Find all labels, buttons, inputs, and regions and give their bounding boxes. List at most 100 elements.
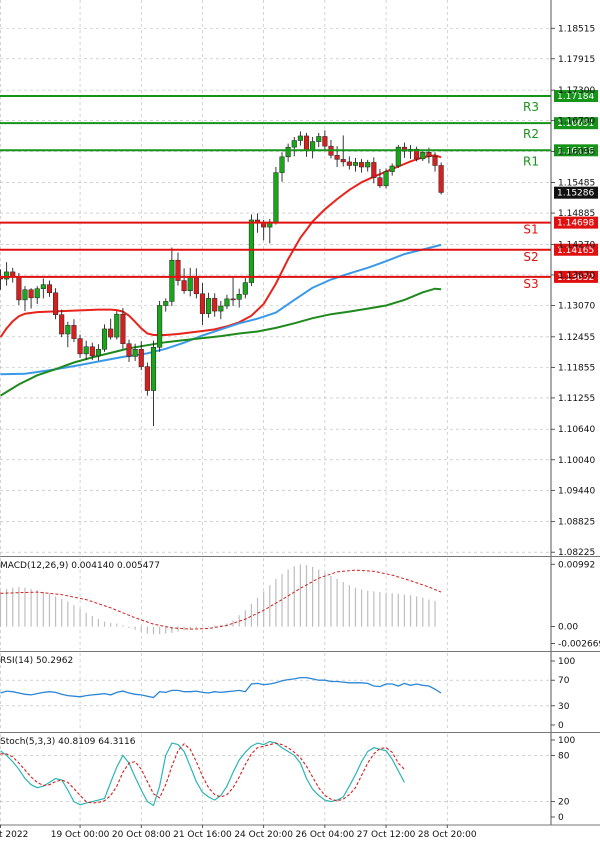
price-tick-label: 1.15485 <box>558 179 595 189</box>
stoch-tick-label: 0 <box>558 813 564 823</box>
candle-body <box>279 156 285 173</box>
price-tick-label: 1.13670 <box>558 271 595 281</box>
candle-body <box>59 314 65 335</box>
candle-body <box>40 284 46 289</box>
candle-body <box>108 328 114 338</box>
candle-body <box>4 271 10 280</box>
candle-body <box>224 298 230 307</box>
candle-body <box>340 159 346 163</box>
candle-body <box>169 259 175 302</box>
candle-body <box>71 325 77 339</box>
stoch-tick-label: 100 <box>558 736 575 746</box>
candle-body <box>236 294 242 300</box>
candle-body <box>16 276 22 301</box>
candle-body <box>248 219 254 283</box>
price-tick-label: 1.17300 <box>558 86 595 96</box>
stoch-tick-label: 20 <box>558 798 570 808</box>
candle-body <box>303 135 310 151</box>
price-tick-label: 1.16700 <box>558 117 595 127</box>
candle-body <box>438 165 444 193</box>
rsi-tick-label: 0 <box>558 721 564 731</box>
price-tick-label: 1.16095 <box>558 147 595 157</box>
time-axis-label: 17 Oct 2022 <box>0 830 28 840</box>
time-axis-label: 26 Oct 04:00 <box>296 830 355 840</box>
rsi-tick-label: 100 <box>558 657 575 667</box>
price-tick-label: 1.08825 <box>558 518 595 528</box>
candle-body <box>34 288 40 299</box>
candle-body <box>426 151 432 157</box>
macd-tick-label: 0.00 <box>558 623 578 633</box>
candle-body <box>120 313 126 344</box>
candle-body <box>95 349 101 357</box>
macd-tick-label: -0.002669 <box>558 639 600 649</box>
candle-body <box>126 343 132 357</box>
candle-body <box>157 305 163 348</box>
candle-body <box>163 301 169 306</box>
candle-body <box>230 298 236 301</box>
candle-body <box>242 282 248 295</box>
stoch-tick-label: 80 <box>558 751 570 761</box>
price-tick-label: 1.13070 <box>558 302 595 312</box>
candle-body <box>206 298 212 314</box>
candle-body <box>316 136 322 142</box>
candle-body <box>432 156 438 166</box>
level-label-s3: S3 <box>523 277 538 291</box>
current-price-text: 1.15286 <box>557 189 594 199</box>
stoch-title: Stoch(5,3,3) 40.8109 64.3116 <box>0 737 136 747</box>
candle-body <box>181 280 187 291</box>
chart-background <box>0 0 600 843</box>
time-axis-label: 21 Oct 16:00 <box>173 830 232 840</box>
level-label-s1: S1 <box>523 223 538 237</box>
candle-body <box>359 162 365 168</box>
candle-body <box>365 162 371 168</box>
rsi-title: RSI(14) 50.2962 <box>0 656 73 666</box>
price-tick-label: 1.12455 <box>558 333 595 343</box>
candle-body <box>28 289 34 299</box>
time-axis-label: 20 Oct 08:00 <box>112 830 171 840</box>
candle-body <box>383 171 389 187</box>
candle-body <box>65 325 71 335</box>
time-axis-label: 19 Oct 00:00 <box>51 830 110 840</box>
time-axis-label: 28 Oct 20:00 <box>418 830 477 840</box>
price-tick-label: 1.17915 <box>558 55 595 65</box>
candle-body <box>334 155 340 160</box>
candle-body <box>132 349 138 357</box>
time-axis-label: 27 Oct 12:00 <box>357 830 416 840</box>
price-tick-label: 1.09440 <box>558 486 595 496</box>
candle-body <box>144 366 150 391</box>
candle-body <box>10 271 16 277</box>
candle-body <box>138 349 144 367</box>
macd-tick-label: 0.00992 <box>558 560 595 570</box>
candle-body <box>310 141 316 151</box>
candle-body <box>420 151 426 160</box>
price-tick-label: 1.14270 <box>558 240 595 250</box>
candle-body <box>46 284 53 294</box>
candle-body <box>114 313 120 338</box>
candle-body <box>377 177 383 187</box>
level-label-r1: R1 <box>523 154 539 168</box>
macd-title: MACD(12,26,9) 0.004140 0.005477 <box>0 561 160 571</box>
candle-body <box>83 346 89 355</box>
candle-body <box>89 346 95 357</box>
candle-body <box>291 140 297 148</box>
candle-body <box>352 162 359 166</box>
price-tick-label: 1.11255 <box>558 394 595 404</box>
level-label-r2: R2 <box>523 127 539 141</box>
rsi-tick-label: 30 <box>558 702 570 712</box>
candle-body <box>212 298 218 312</box>
candle-body <box>150 347 157 391</box>
level-price-tag-text: 1.14698 <box>557 219 594 229</box>
trading-chart: R3 1.17184 R2 1.16651 R1 1.16118 S1 1.14698 S2 1.… <box>0 0 600 843</box>
candle-body <box>193 276 199 295</box>
price-tick-label: 1.10640 <box>558 425 595 435</box>
price-tick-label: 1.18515 <box>558 24 595 34</box>
chart-canvas: R31.17184R21.16651R11.16118S1 1.14698S2 1.… <box>0 0 600 843</box>
candle-body <box>346 161 352 166</box>
candle-body <box>371 162 377 178</box>
candle-body <box>22 289 28 301</box>
candle-body <box>53 292 59 315</box>
candle-body <box>273 172 279 223</box>
candle-body <box>77 338 83 355</box>
candle-body <box>297 135 303 141</box>
candle-body <box>322 136 328 147</box>
